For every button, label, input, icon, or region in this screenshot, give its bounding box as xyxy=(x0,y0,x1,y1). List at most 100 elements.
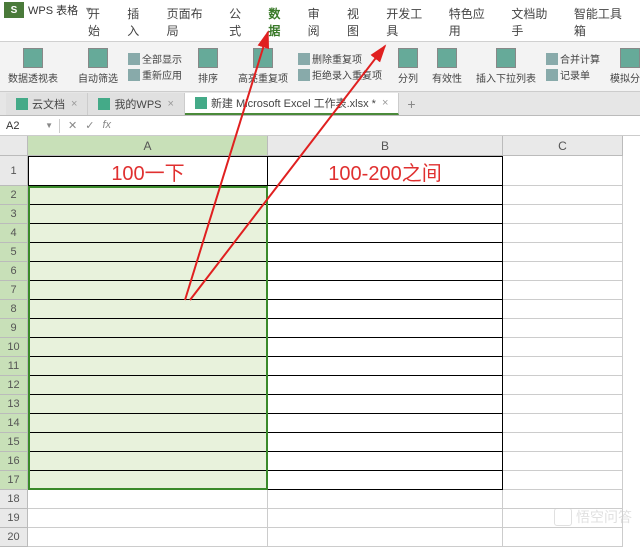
add-tab-button[interactable]: + xyxy=(399,94,423,114)
menu-tab-10[interactable]: 智能工具箱 xyxy=(566,3,640,41)
col-header-A[interactable]: A xyxy=(28,136,268,156)
row-header-9[interactable]: 9 xyxy=(0,319,28,338)
menu-tab-6[interactable]: 视图 xyxy=(339,3,378,41)
row-header-12[interactable]: 12 xyxy=(0,376,28,395)
row-header-13[interactable]: 13 xyxy=(0,395,28,414)
cell-C7[interactable] xyxy=(503,281,623,300)
doc-tab-0[interactable]: 云文档× xyxy=(6,93,88,115)
cell-C9[interactable] xyxy=(503,319,623,338)
consolidate-button[interactable]: 合并计算 xyxy=(546,51,600,66)
highlight-dups-button[interactable]: 高亮重复项 xyxy=(234,44,292,90)
cell-B10[interactable] xyxy=(268,338,503,357)
reject-dups-button[interactable]: 拒绝录入重复项 xyxy=(298,67,382,82)
menu-tab-0[interactable]: 开始 xyxy=(80,3,119,41)
cell-A16[interactable] xyxy=(28,452,268,471)
validation-button[interactable]: 有效性 xyxy=(428,44,466,90)
cell-A20[interactable] xyxy=(28,528,268,547)
cell-A9[interactable] xyxy=(28,319,268,338)
cell-B20[interactable] xyxy=(268,528,503,547)
cell-A2[interactable] xyxy=(28,186,268,205)
cell-A13[interactable] xyxy=(28,395,268,414)
cell-C16[interactable] xyxy=(503,452,623,471)
close-icon[interactable]: × xyxy=(168,98,174,110)
row-header-14[interactable]: 14 xyxy=(0,414,28,433)
what-if-button[interactable]: 模拟分析 xyxy=(606,44,640,90)
menu-tab-8[interactable]: 特色应用 xyxy=(441,3,504,41)
close-icon[interactable]: × xyxy=(382,97,388,109)
row-header-15[interactable]: 15 xyxy=(0,433,28,452)
select-all-corner[interactable] xyxy=(0,136,28,156)
remove-dups-button[interactable]: 删除重复项 xyxy=(298,51,382,66)
cell-B3[interactable] xyxy=(268,205,503,224)
menu-tab-1[interactable]: 插入 xyxy=(119,3,158,41)
cell-C8[interactable] xyxy=(503,300,623,319)
record-form-button[interactable]: 记录单 xyxy=(546,67,600,82)
cell-B14[interactable] xyxy=(268,414,503,433)
row-header-8[interactable]: 8 xyxy=(0,300,28,319)
row-header-7[interactable]: 7 xyxy=(0,281,28,300)
cell-B12[interactable] xyxy=(268,376,503,395)
menu-tab-4[interactable]: 数据 xyxy=(260,3,299,41)
pivot-table-button[interactable]: 数据透视表 xyxy=(4,44,62,90)
row-header-2[interactable]: 2 xyxy=(0,186,28,205)
cell-A18[interactable] xyxy=(28,490,268,509)
row-header-4[interactable]: 4 xyxy=(0,224,28,243)
cell-B13[interactable] xyxy=(268,395,503,414)
row-header-19[interactable]: 19 xyxy=(0,509,28,528)
row-header-16[interactable]: 16 xyxy=(0,452,28,471)
row-header-10[interactable]: 10 xyxy=(0,338,28,357)
cell-C10[interactable] xyxy=(503,338,623,357)
cell-B2[interactable] xyxy=(268,186,503,205)
sort-button[interactable]: 排序 xyxy=(194,44,222,90)
cell-C15[interactable] xyxy=(503,433,623,452)
cell-B7[interactable] xyxy=(268,281,503,300)
col-header-B[interactable]: B xyxy=(268,136,503,156)
row-header-3[interactable]: 3 xyxy=(0,205,28,224)
menu-tab-9[interactable]: 文档助手 xyxy=(503,3,566,41)
row-header-6[interactable]: 6 xyxy=(0,262,28,281)
cell-B11[interactable] xyxy=(268,357,503,376)
fx-cancel-icon[interactable]: ✕ xyxy=(68,119,77,132)
row-header-17[interactable]: 17 xyxy=(0,471,28,490)
name-box[interactable]: A2▼ xyxy=(0,119,60,133)
show-all-button[interactable]: 全部显示 xyxy=(128,51,182,66)
cell-A15[interactable] xyxy=(28,433,268,452)
row-header-5[interactable]: 5 xyxy=(0,243,28,262)
fx-label[interactable]: fx xyxy=(102,119,111,132)
text-to-columns-button[interactable]: 分列 xyxy=(394,44,422,90)
cell-A8[interactable] xyxy=(28,300,268,319)
fx-confirm-icon[interactable]: ✓ xyxy=(85,119,94,132)
cell-C5[interactable] xyxy=(503,243,623,262)
cell-C3[interactable] xyxy=(503,205,623,224)
cell-A17[interactable] xyxy=(28,471,268,490)
cell-A5[interactable] xyxy=(28,243,268,262)
menu-tab-3[interactable]: 公式 xyxy=(221,3,260,41)
cell-B19[interactable] xyxy=(268,509,503,528)
cell-A3[interactable] xyxy=(28,205,268,224)
menu-tab-5[interactable]: 审阅 xyxy=(300,3,339,41)
cell-C12[interactable] xyxy=(503,376,623,395)
cell-A19[interactable] xyxy=(28,509,268,528)
cell-C1[interactable] xyxy=(503,156,623,186)
spreadsheet-grid[interactable]: ABC 1234567891011121314151617181920 100一… xyxy=(0,136,640,536)
row-header-20[interactable]: 20 xyxy=(0,528,28,547)
menu-tab-2[interactable]: 页面布局 xyxy=(159,3,222,41)
cell-B5[interactable] xyxy=(268,243,503,262)
cell-A10[interactable] xyxy=(28,338,268,357)
cell-C17[interactable] xyxy=(503,471,623,490)
close-icon[interactable]: × xyxy=(71,98,77,110)
cell-C6[interactable] xyxy=(503,262,623,281)
row-header-18[interactable]: 18 xyxy=(0,490,28,509)
cell-C14[interactable] xyxy=(503,414,623,433)
cell-C4[interactable] xyxy=(503,224,623,243)
cell-A6[interactable] xyxy=(28,262,268,281)
cell-A7[interactable] xyxy=(28,281,268,300)
cell-A11[interactable] xyxy=(28,357,268,376)
cell-B8[interactable] xyxy=(268,300,503,319)
cell-C13[interactable] xyxy=(503,395,623,414)
insert-dropdown-button[interactable]: 插入下拉列表 xyxy=(472,44,540,90)
cell-A4[interactable] xyxy=(28,224,268,243)
menu-tab-7[interactable]: 开发工具 xyxy=(378,3,441,41)
autofilter-button[interactable]: 自动筛选 xyxy=(74,44,122,90)
cell-B17[interactable] xyxy=(268,471,503,490)
